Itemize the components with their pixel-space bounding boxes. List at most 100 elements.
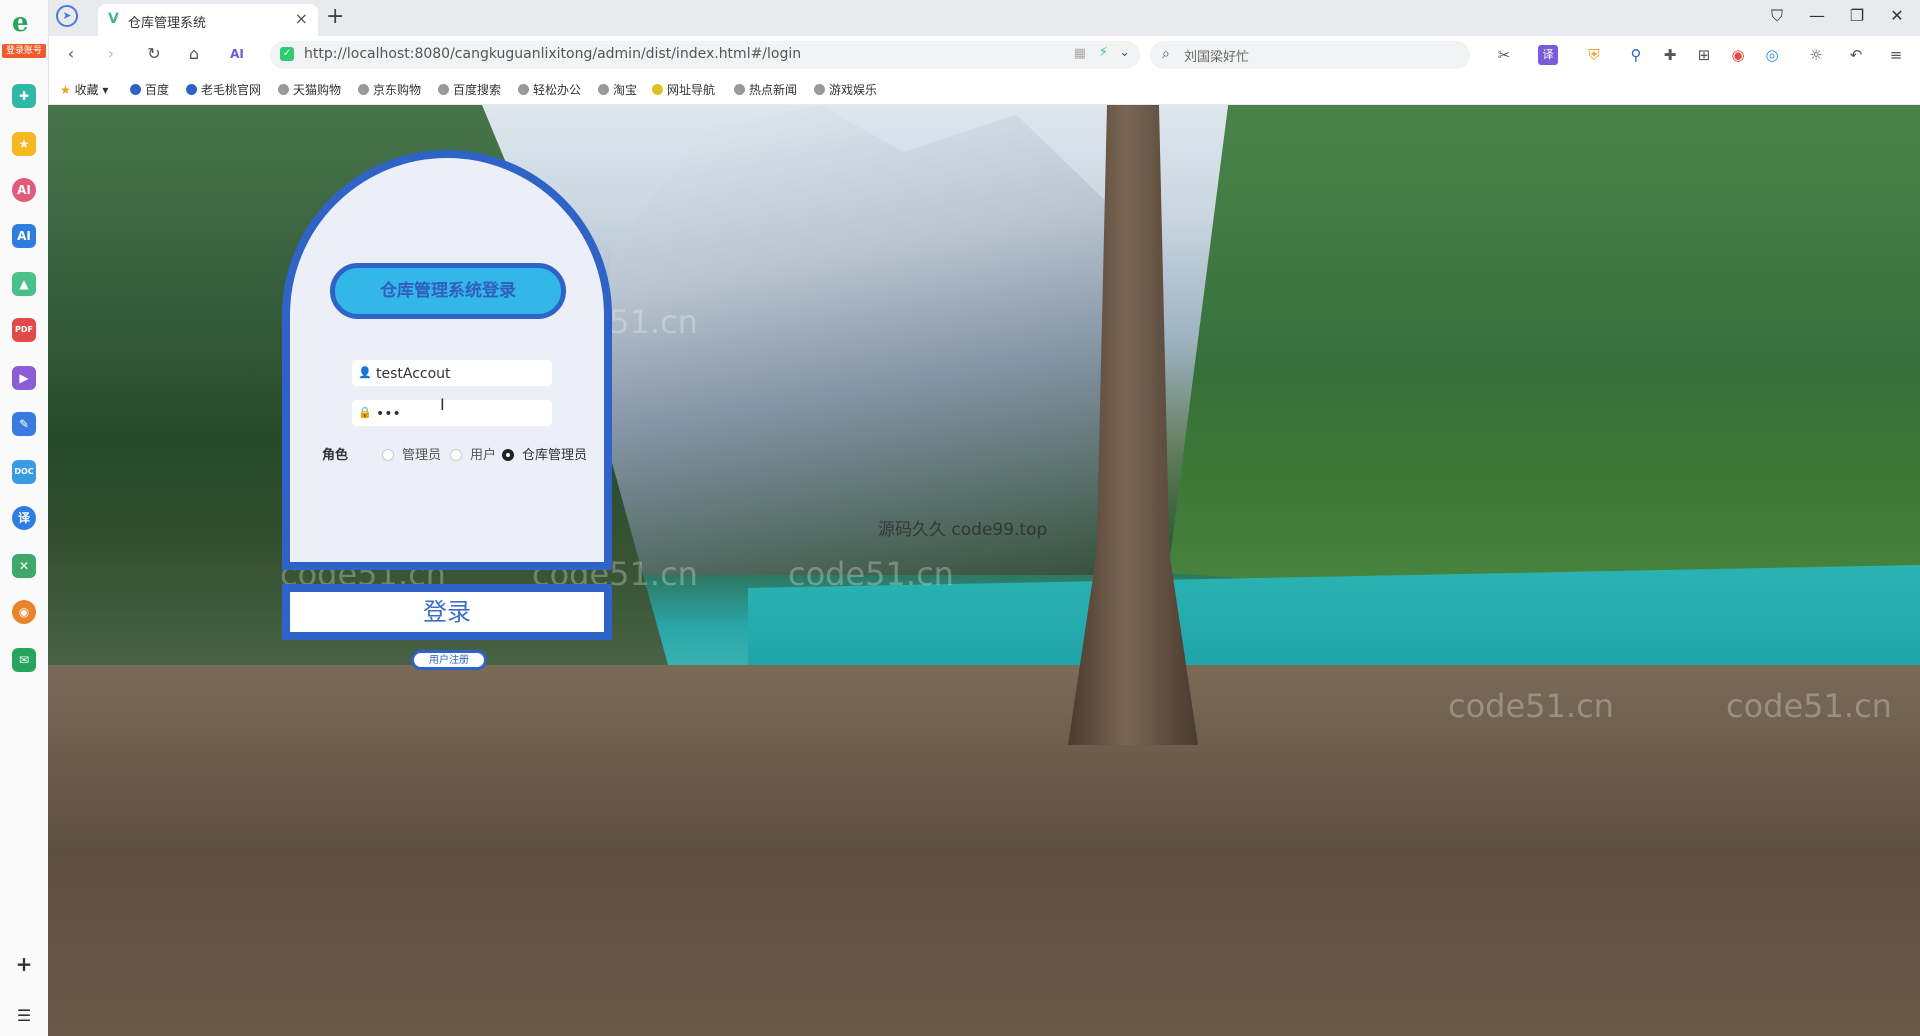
close-tab-icon[interactable]: × xyxy=(295,9,308,28)
watermark: code51.cn xyxy=(1448,687,1614,725)
weibo-icon[interactable]: ◉ xyxy=(12,600,36,624)
address-bar: ‹ › ↻ ⌂ AI ✓ http://localhost:8080/cangk… xyxy=(0,36,1920,75)
url-field[interactable]: ✓ http://localhost:8080/cangkuguanlixito… xyxy=(270,41,1140,69)
forest-right xyxy=(1168,105,1920,625)
role-label: 角色 xyxy=(322,448,349,463)
grid-icon[interactable]: ⊞ xyxy=(1694,45,1714,65)
site-icon xyxy=(186,84,197,95)
home-icon[interactable]: ⌂ xyxy=(183,43,205,65)
ground-roots xyxy=(48,665,1920,1036)
list-icon[interactable]: ☰ xyxy=(12,1004,36,1028)
menu-icon[interactable]: ≡ xyxy=(1886,45,1906,65)
search-text: 刘国梁好忙 xyxy=(1184,50,1250,65)
bookmark-favorites[interactable]: ★ 收藏 ▾ xyxy=(60,81,108,98)
zoom-icon[interactable]: ⚲ xyxy=(1626,45,1646,65)
tab-active[interactable]: V 仓库管理系统 × xyxy=(98,4,318,36)
scissors-icon[interactable]: ✂ xyxy=(1494,45,1514,65)
username-field[interactable]: 👤 xyxy=(352,360,552,386)
image-icon[interactable]: ▲ xyxy=(12,272,36,296)
mail-icon[interactable]: ✉ xyxy=(12,648,36,672)
login-badge[interactable]: 登录账号 xyxy=(2,44,46,58)
globe-icon xyxy=(278,84,289,95)
radio-circle xyxy=(450,449,462,461)
globe-icon xyxy=(734,84,745,95)
color-wheel-icon[interactable]: ◉ xyxy=(1728,45,1748,65)
browser-logo-icon: e xyxy=(12,8,29,38)
bookmark-laomaotao[interactable]: 老毛桃官网 xyxy=(186,81,261,98)
bookmark-jd[interactable]: 京东购物 xyxy=(358,81,421,98)
username-input[interactable] xyxy=(374,363,548,385)
url-text: http://localhost:8080/cangkuguanlixitong… xyxy=(304,46,802,62)
ai-icon[interactable]: AI xyxy=(226,43,248,65)
bookmarks-bar: ★ 收藏 ▾ 百度 老毛桃官网 天猫购物 京东购物 百度搜索 轻松办公 淘宝 网… xyxy=(48,74,1920,105)
shirt-icon[interactable]: ⛉ xyxy=(1762,6,1792,26)
pdf-icon[interactable]: PDF xyxy=(12,318,36,342)
bookmark-office[interactable]: 轻松办公 xyxy=(518,81,581,98)
ai-assistant-icon[interactable]: AI xyxy=(12,178,36,202)
back-icon[interactable]: ‹ xyxy=(60,43,82,65)
watermark-center: 源码久久 code99.top xyxy=(878,520,1048,540)
tab-bar: ➤ V 仓库管理系统 × + ⛉ — ❐ ✕ xyxy=(0,0,1920,36)
close-window-icon[interactable]: ✕ xyxy=(1882,6,1912,25)
radio-circle-selected xyxy=(502,449,514,461)
globe-icon xyxy=(438,84,449,95)
password-field[interactable]: 🔒 xyxy=(352,400,552,426)
app-icon[interactable]: ✚ xyxy=(12,84,36,108)
new-tab-icon[interactable]: + xyxy=(326,4,344,29)
map-icon[interactable]: ✕ xyxy=(12,554,36,578)
qr-icon[interactable]: ▦ xyxy=(1074,46,1086,61)
search-icon: ⌕ xyxy=(1162,46,1170,62)
sync-icon[interactable]: ◎ xyxy=(1762,45,1782,65)
bookmark-nav[interactable]: 网址导航 xyxy=(652,81,715,98)
bookmark-taobao[interactable]: 淘宝 xyxy=(598,81,637,98)
tab-title: 仓库管理系统 xyxy=(128,16,207,31)
globe-icon xyxy=(598,84,609,95)
translate-sidebar-icon[interactable]: 译 xyxy=(12,506,36,530)
lock-icon: 🔒 xyxy=(358,406,372,419)
password-input[interactable] xyxy=(374,403,548,425)
undo-icon[interactable]: ↶ xyxy=(1846,45,1866,65)
chevron-down-icon[interactable]: ⌄ xyxy=(1119,45,1130,60)
forward-icon[interactable]: › xyxy=(100,43,122,65)
radio-circle xyxy=(382,449,394,461)
watermark: code51.cn xyxy=(788,555,954,593)
role-radio-warehouse-admin[interactable]: 仓库管理员 xyxy=(502,444,587,463)
star-icon: ★ xyxy=(60,83,71,97)
ai-write-icon[interactable]: AI xyxy=(12,224,36,248)
bookmark-tmall[interactable]: 天猫购物 xyxy=(278,81,341,98)
globe-icon xyxy=(814,84,825,95)
baidu-icon xyxy=(130,84,141,95)
favorites-icon[interactable]: ★ xyxy=(12,132,36,156)
browser-sidebar: e 登录账号 ✚ ★ AI AI ▲ PDF ▶ ✎ DOC 译 ✕ ◉ ✉ +… xyxy=(0,0,49,1036)
add-icon[interactable]: + xyxy=(12,952,36,976)
restore-icon[interactable]: ❐ xyxy=(1842,6,1872,25)
user-icon: 👤 xyxy=(358,366,372,379)
nav-icon xyxy=(652,84,663,95)
globe-icon xyxy=(518,84,529,95)
lightning-icon[interactable]: ⚡ xyxy=(1099,45,1108,60)
bookmark-baidu[interactable]: 百度 xyxy=(130,81,169,98)
extension-icon[interactable]: ✚ xyxy=(1660,45,1680,65)
video-icon[interactable]: ▶ xyxy=(12,366,36,390)
minimize-icon[interactable]: — xyxy=(1802,6,1832,25)
browser-home-icon[interactable]: ➤ xyxy=(56,5,78,27)
bookmark-baidu-search[interactable]: 百度搜索 xyxy=(438,81,501,98)
reload-icon[interactable]: ↻ xyxy=(143,43,165,65)
translate-icon[interactable]: 译 xyxy=(1538,45,1558,65)
shield-icon[interactable]: ⛨ xyxy=(1584,45,1604,65)
secure-icon: ✓ xyxy=(280,47,294,61)
notes-icon[interactable]: ✎ xyxy=(12,412,36,436)
watermark: code51.cn xyxy=(1726,687,1892,725)
search-field[interactable]: ⌕ 刘国梁好忙 xyxy=(1150,41,1470,69)
login-title: 仓库管理系统登录 xyxy=(330,263,566,319)
vue-icon: V xyxy=(108,11,119,27)
doc-icon[interactable]: DOC xyxy=(12,460,36,484)
bookmark-games[interactable]: 游戏娱乐 xyxy=(814,81,877,98)
role-radio-admin[interactable]: 管理员 xyxy=(382,444,441,463)
brightness-icon[interactable]: ☼ xyxy=(1806,45,1826,65)
register-button[interactable]: 用户注册 xyxy=(411,650,487,670)
role-radio-user[interactable]: 用户 xyxy=(450,444,496,463)
login-button[interactable]: 登录 xyxy=(282,584,612,640)
globe-icon xyxy=(358,84,369,95)
bookmark-news[interactable]: 热点新闻 xyxy=(734,81,797,98)
